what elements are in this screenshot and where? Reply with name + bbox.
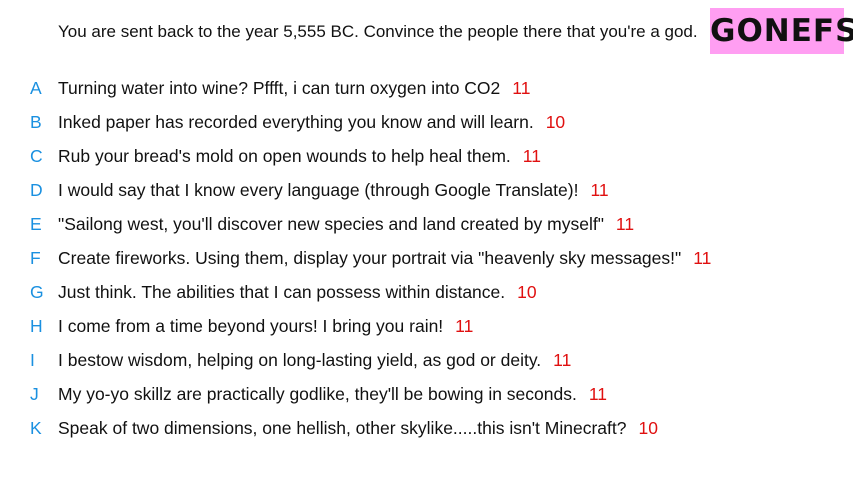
game-logo: GONEFS [710,8,853,54]
answer-letter: I [30,350,35,370]
answer-letter: B [30,112,42,132]
answer-letter: H [30,316,43,336]
answer-text: Inked paper has recorded everything you … [58,112,534,132]
answer-content: Speak of two dimensions, one hellish, ot… [58,411,658,445]
answer-score: 10 [517,282,537,302]
answer-score: 11 [522,146,541,166]
answer-content: I bestow wisdom, helping on long-lasting… [58,343,571,377]
answer-score: 11 [553,350,572,370]
answer-content: I would say that I know every language (… [58,173,609,207]
answer-row: F Create fireworks. Using them, display … [0,241,853,275]
answer-letter: F [30,248,41,268]
answer-content: Just think. The abilities that I can pos… [58,275,537,309]
answer-content: Turning water into wine? Pffft, i can tu… [58,71,530,105]
answer-text: Just think. The abilities that I can pos… [58,282,506,302]
answer-score: 10 [638,418,658,438]
answer-letter: E [30,214,42,234]
answer-letter: D [30,180,43,200]
answer-score: 11 [588,384,608,404]
answer-letter: K [30,418,42,438]
answer-letter: G [30,282,44,302]
answer-content: "Sailong west, you'll discover new speci… [58,207,634,241]
answer-row: G Just think. The abilities that I can p… [0,275,853,309]
answer-text: "Sailong west, you'll discover new speci… [58,214,604,234]
answer-score: 11 [693,248,712,268]
answer-content: My yo-yo skillz are practically godlike,… [58,377,607,411]
answer-score: 10 [545,112,566,132]
answer-content: Rub your bread's mold on open wounds to … [58,139,541,173]
answer-row: K Speak of two dimensions, one hellish, … [0,411,853,445]
answer-row: J My yo-yo skillz are practically godlik… [0,377,853,411]
answer-row: D I would say that I know every language… [0,173,853,207]
answer-list: A Turning water into wine? Pffft, i can … [0,71,853,445]
answer-text: Rub your bread's mold on open wounds to … [58,146,511,166]
answer-content: I come from a time beyond yours! I bring… [58,309,473,343]
answer-text: I bestow wisdom, helping on long-lasting… [58,350,542,370]
answer-row: A Turning water into wine? Pffft, i can … [0,71,853,105]
answer-row: E "Sailong west, you'll discover new spe… [0,207,853,241]
answer-letter: A [30,78,42,98]
answer-row: I I bestow wisdom, helping on long-lasti… [0,343,853,377]
prompt-text: You are sent back to the year 5,555 BC. … [58,22,698,41]
answer-text: I come from a time beyond yours! I bring… [58,316,444,336]
answer-score: 11 [512,78,531,98]
answer-content: Create fireworks. Using them, display yo… [58,241,711,275]
answer-score: 11 [615,214,635,234]
answer-text: I would say that I know every language (… [58,180,579,200]
answer-row: B Inked paper has recorded everything yo… [0,105,853,139]
answer-letter: J [30,384,39,404]
answer-text: Speak of two dimensions, one hellish, ot… [58,418,627,438]
answer-row: H I come from a time beyond yours! I bri… [0,309,853,343]
answer-letter: C [30,146,43,166]
answer-score: 11 [590,180,609,200]
results-screen: You are sent back to the year 5,555 BC. … [0,0,853,480]
answer-score: 11 [455,316,474,336]
answer-text: My yo-yo skillz are practically godlike,… [58,384,577,404]
answer-content: Inked paper has recorded everything you … [58,105,565,139]
answer-text: Turning water into wine? Pffft, i can tu… [58,78,501,98]
answer-row: C Rub your bread's mold on open wounds t… [0,139,853,173]
answer-text: Create fireworks. Using them, display yo… [58,248,682,268]
